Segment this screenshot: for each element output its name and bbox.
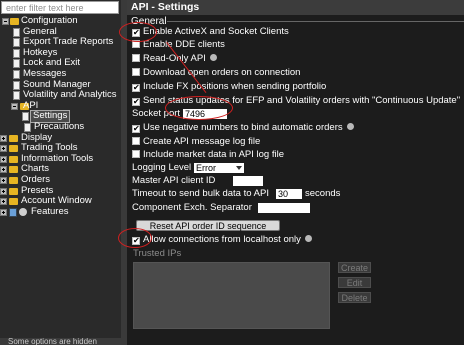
expand-icon[interactable] xyxy=(0,145,7,153)
timeout-field[interactable]: 30 xyxy=(276,189,302,199)
logging-level-select[interactable]: Error xyxy=(194,163,244,173)
create-log-option[interactable]: Create API message log file xyxy=(132,136,260,148)
timeout-row: Timeout to send bulk data to API xyxy=(132,188,269,200)
negative-numbers-checkbox[interactable]: ✔ xyxy=(132,125,140,133)
folder-icon xyxy=(9,134,18,142)
page-icon xyxy=(13,48,20,58)
negative-numbers-option[interactable]: ✔ Use negative numbers to bind automatic … xyxy=(132,122,354,134)
edit-button[interactable]: Edit xyxy=(338,277,371,288)
expand-icon[interactable] xyxy=(0,155,7,163)
tree-item-features[interactable]: Features xyxy=(0,205,121,218)
option-label: Use negative numbers to bind automatic o… xyxy=(143,122,343,133)
page-icon xyxy=(22,112,29,122)
create-log-checkbox[interactable] xyxy=(132,137,140,145)
expand-icon[interactable] xyxy=(0,198,7,206)
include-market-option[interactable]: Include market data in API log file xyxy=(132,149,284,161)
option-label: Enable DDE clients xyxy=(143,39,225,50)
tree-item-label: Precautions xyxy=(34,120,85,132)
info-icon[interactable] xyxy=(346,123,354,130)
collapse-icon[interactable] xyxy=(11,102,18,110)
send-status-checkbox[interactable]: ✔ xyxy=(132,98,140,106)
read-only-option[interactable]: Read-Only API xyxy=(132,53,217,65)
page-icon xyxy=(13,69,20,79)
tree-item-charts[interactable]: Charts xyxy=(0,164,121,175)
allow-localhost-option[interactable]: ✔ Allow connections from localhost only xyxy=(132,234,312,246)
page-icon xyxy=(13,27,20,37)
page-icon xyxy=(13,91,20,101)
annotation-circle xyxy=(118,228,152,248)
option-label: Enable ActiveX and Socket Clients xyxy=(143,26,289,37)
folder-icon xyxy=(9,155,18,163)
tree-item-messages[interactable]: Messages xyxy=(0,67,121,80)
logging-level-value: Error xyxy=(196,163,216,173)
folder-icon xyxy=(9,198,18,206)
tree-item-export-trade-reports[interactable]: Export Trade Reports xyxy=(0,37,121,48)
tree-item-orders[interactable]: Orders xyxy=(0,173,121,186)
delete-button[interactable]: Delete xyxy=(338,292,371,303)
timeout-label: Timeout to send bulk data to API xyxy=(132,188,269,199)
info-icon[interactable] xyxy=(209,54,217,61)
option-label: Create API message log file xyxy=(143,136,261,147)
tree-item-information-tools[interactable]: Information Tools xyxy=(0,153,121,165)
download-orders-option[interactable]: Download open orders on connection xyxy=(132,67,300,79)
expand-icon[interactable] xyxy=(0,166,7,174)
folder-icon xyxy=(10,18,19,25)
expand-icon[interactable] xyxy=(0,176,7,184)
logging-level-label: Logging Level xyxy=(132,162,192,173)
folder-icon xyxy=(9,187,18,195)
tree-item-configuration[interactable]: Configuration xyxy=(0,15,121,27)
option-label: Download open orders on connection xyxy=(143,67,301,78)
tree-item-volatility-and-analytics[interactable]: Volatility and Analytics xyxy=(0,90,121,101)
read-only-checkbox[interactable] xyxy=(132,54,140,62)
include-fx-checkbox[interactable]: ✔ xyxy=(132,84,140,92)
folder-icon xyxy=(9,176,18,184)
settings-tree: Configuration General Export Trade Repor… xyxy=(0,15,121,218)
include-fx-option[interactable]: ✔ Include FX positions when sending portf… xyxy=(132,81,326,93)
filter-input[interactable]: enter filter text here xyxy=(1,1,119,14)
tree-item-precautions[interactable]: Precautions xyxy=(0,120,121,133)
option-label: Allow connections from localhost only xyxy=(143,234,301,245)
page-icon xyxy=(13,59,20,69)
settings-tree-panel: enter filter text here Configuration Gen… xyxy=(0,0,121,345)
expand-icon[interactable] xyxy=(0,134,7,142)
expand-icon[interactable] xyxy=(0,208,7,216)
gear-icon xyxy=(19,207,27,216)
collapse-icon[interactable] xyxy=(2,18,9,25)
option-label: Include market data in API log file xyxy=(143,149,284,160)
tree-item-label: Orders xyxy=(21,173,51,185)
create-button[interactable]: Create xyxy=(338,262,371,273)
trusted-ips-list[interactable] xyxy=(133,262,330,329)
tree-item-label: Messages xyxy=(23,67,67,79)
include-market-checkbox[interactable] xyxy=(132,150,140,158)
component-separator-label: Component Exch. Separator xyxy=(132,202,252,213)
section-divider xyxy=(167,21,464,22)
master-client-id-field[interactable] xyxy=(233,176,263,186)
tree-item-label: Configuration xyxy=(21,15,78,26)
dropdown-arrow-icon xyxy=(236,166,242,170)
page-icon xyxy=(13,80,20,90)
checkbox-icon xyxy=(9,207,17,217)
timeout-unit: seconds xyxy=(305,188,341,199)
annotation-circle xyxy=(119,22,157,42)
download-orders-checkbox[interactable] xyxy=(132,68,140,76)
api-settings-panel: API - Settings General ✔ Enable ActiveX a… xyxy=(118,0,464,345)
reset-order-id-button[interactable]: Reset API order ID sequence xyxy=(136,220,280,231)
page-icon xyxy=(13,38,20,48)
master-client-label: Master API client ID xyxy=(132,175,216,186)
annotation-circle xyxy=(165,96,233,120)
component-separator-field[interactable] xyxy=(258,203,310,213)
info-icon[interactable] xyxy=(304,235,312,242)
option-label: Include FX positions when sending portfo… xyxy=(143,81,327,92)
page-icon xyxy=(24,122,31,132)
folder-icon xyxy=(9,166,18,174)
expand-icon[interactable] xyxy=(0,187,7,195)
panel-title: API - Settings xyxy=(127,0,464,15)
folder-icon xyxy=(9,145,18,153)
tree-item-label: Features xyxy=(31,205,69,217)
trusted-ips-label: Trusted IPs xyxy=(133,248,182,259)
hidden-options-hint: Some options are hidden xyxy=(0,338,121,345)
option-label: Read-Only API xyxy=(143,53,206,64)
